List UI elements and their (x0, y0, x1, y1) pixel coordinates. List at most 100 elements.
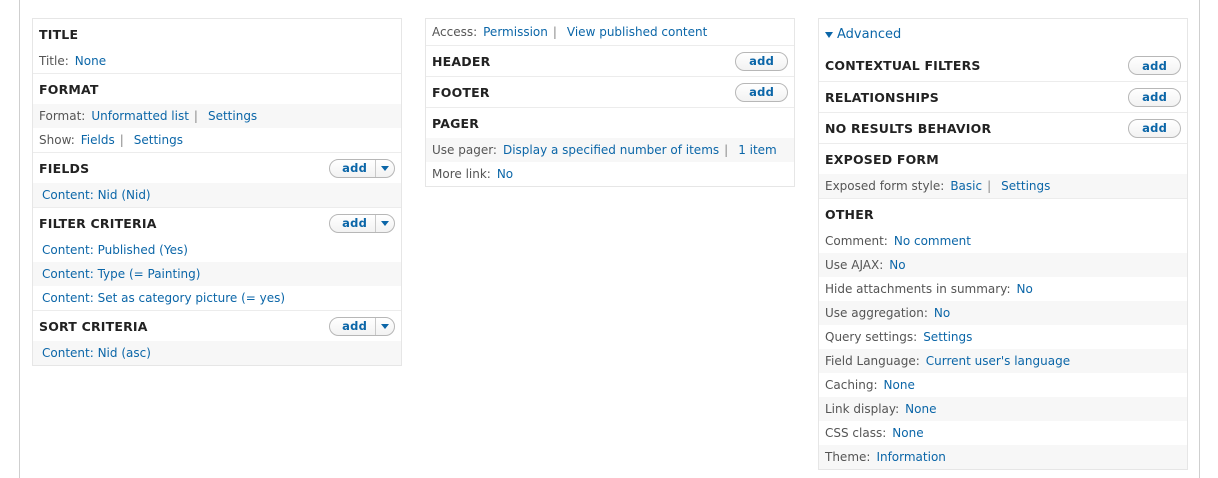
format-settings-link[interactable]: Settings (208, 109, 257, 123)
other-label: Query settings: (825, 330, 918, 344)
filter-add-button[interactable]: add (329, 213, 395, 233)
separator: | (987, 179, 992, 193)
use-pager-value-link[interactable]: Display a specified number of items (503, 143, 719, 157)
relationships-section-heading: RELATIONSHIPS add (819, 81, 1187, 112)
other-row-hide-attachments: Hide attachments in summary: No (819, 277, 1187, 301)
fields-add-button[interactable]: add (329, 158, 395, 178)
other-value-link[interactable]: No (889, 258, 905, 272)
chevron-down-icon[interactable] (376, 160, 394, 177)
other-value-link[interactable]: No (1017, 282, 1033, 296)
other-label: Field Language: (825, 354, 920, 368)
list-item: Content: Published (Yes) (33, 238, 401, 262)
contextual-filters-section-heading: CONTEXTUAL FILTERS add (819, 50, 1187, 81)
other-row-query-settings: Query settings: Settings (819, 325, 1187, 349)
other-heading-text: OTHER (825, 206, 874, 222)
filter-item-link[interactable]: Content: Type (= Painting) (42, 267, 200, 281)
filter-criteria-section-heading: FILTER CRITERIA add (33, 207, 401, 238)
other-value-link[interactable]: Settings (923, 330, 972, 344)
header-section-heading: HEADER add (426, 45, 794, 76)
no-results-add-button[interactable]: add (1128, 118, 1181, 138)
sort-add-button[interactable]: add (329, 316, 395, 336)
separator: | (552, 25, 557, 39)
title-value-link[interactable]: None (75, 54, 106, 68)
other-label: Theme: (825, 450, 871, 464)
other-value-link[interactable]: No (934, 306, 950, 320)
frame-border-right (1199, 0, 1200, 478)
contextual-filters-add-button[interactable]: add (1128, 56, 1181, 75)
fields-section-heading: FIELDS add (33, 152, 401, 183)
fields-heading-text: FIELDS (39, 160, 90, 176)
more-link-value-link[interactable]: No (497, 167, 513, 181)
advanced-toggle[interactable]: Advanced (819, 18, 1187, 50)
other-label: Caching: (825, 378, 878, 392)
other-row-use-ajax: Use AJAX: No (819, 253, 1187, 277)
right-panel: Advanced CONTEXTUAL FILTERS add RELATION… (818, 18, 1188, 470)
other-value-link[interactable]: None (892, 426, 923, 440)
other-label: Link display: (825, 402, 900, 416)
filter-heading-text: FILTER CRITERIA (39, 215, 157, 231)
chevron-down-icon[interactable] (376, 215, 394, 232)
other-value-link[interactable]: Current user's language (926, 354, 1070, 368)
other-value-link[interactable]: Information (876, 450, 945, 464)
sort-criteria-section-heading: SORT CRITERIA add (33, 310, 401, 341)
list-item: Content: Type (= Painting) (33, 262, 401, 286)
column-middle: Access: Permission | View published cont… (425, 18, 795, 187)
exposed-form-section-heading: EXPOSED FORM (819, 143, 1187, 174)
other-section-heading: OTHER (819, 198, 1187, 229)
filter-add-label[interactable]: add (330, 214, 376, 232)
other-row-field-language: Field Language: Current user's language (819, 349, 1187, 373)
format-heading-text: FORMAT (39, 81, 99, 97)
more-link-label: More link: (432, 167, 491, 181)
column-right: Advanced CONTEXTUAL FILTERS add RELATION… (818, 18, 1188, 470)
other-label: Comment: (825, 234, 888, 248)
more-link-row: More link: No (426, 162, 794, 186)
middle-panel: Access: Permission | View published cont… (425, 18, 795, 187)
footer-heading-text: FOOTER (432, 84, 490, 100)
no-results-section-heading: NO RESULTS BEHAVIOR add (819, 112, 1187, 143)
footer-add-button[interactable]: add (735, 82, 788, 102)
other-value-link[interactable]: No comment (894, 234, 971, 248)
triangle-down-icon (825, 31, 833, 38)
advanced-link[interactable]: Advanced (837, 27, 901, 42)
access-value-link[interactable]: Permission (483, 25, 548, 39)
header-add-button[interactable]: add (735, 51, 788, 71)
filter-item-link[interactable]: Content: Set as category picture (= yes) (42, 291, 285, 305)
other-row-theme: Theme: Information (819, 445, 1187, 469)
chevron-down-icon[interactable] (376, 318, 394, 335)
other-row-link-display: Link display: None (819, 397, 1187, 421)
exposed-form-style-value-link[interactable]: Basic (950, 179, 982, 193)
use-pager-count-link[interactable]: 1 item (738, 143, 777, 157)
access-label: Access: (432, 25, 478, 39)
exposed-form-heading-text: EXPOSED FORM (825, 151, 939, 167)
separator: | (724, 143, 729, 157)
other-value-link[interactable]: None (884, 378, 915, 392)
format-value-link[interactable]: Unformatted list (91, 109, 189, 123)
no-results-heading-text: NO RESULTS BEHAVIOR (825, 120, 992, 136)
contextual-filters-heading-text: CONTEXTUAL FILTERS (825, 58, 981, 73)
exposed-form-settings-link[interactable]: Settings (1001, 179, 1050, 193)
footer-section-heading: FOOTER add (426, 76, 794, 107)
separator: | (193, 109, 198, 123)
relationships-add-button[interactable]: add (1128, 87, 1181, 107)
fields-add-label[interactable]: add (330, 159, 376, 177)
sort-add-label[interactable]: add (330, 317, 376, 335)
exposed-form-style-label: Exposed form style: (825, 179, 945, 193)
show-settings-link[interactable]: Settings (134, 133, 183, 147)
other-label: CSS class: (825, 426, 887, 440)
use-pager-row: Use pager: Display a specified number of… (426, 138, 794, 162)
other-row-use-aggregation: Use aggregation: No (819, 301, 1187, 325)
title-row: Title: None (33, 49, 401, 73)
filter-item-link[interactable]: Content: Published (Yes) (42, 243, 188, 257)
other-row-css-class: CSS class: None (819, 421, 1187, 445)
frame-border-left (19, 0, 20, 478)
other-row-comment: Comment: No comment (819, 229, 1187, 253)
field-item-link[interactable]: Content: Nid (Nid) (42, 188, 151, 202)
format-label: Format: (39, 109, 86, 123)
other-label: Hide attachments in summary: (825, 282, 1011, 296)
sort-item-link[interactable]: Content: Nid (asc) (42, 346, 151, 360)
list-item: Content: Set as category picture (= yes) (33, 286, 401, 310)
access-detail-link[interactable]: View published content (567, 25, 707, 39)
exposed-form-style-row: Exposed form style: Basic | Settings (819, 174, 1187, 198)
show-value-link[interactable]: Fields (81, 133, 115, 147)
other-value-link[interactable]: None (905, 402, 936, 416)
